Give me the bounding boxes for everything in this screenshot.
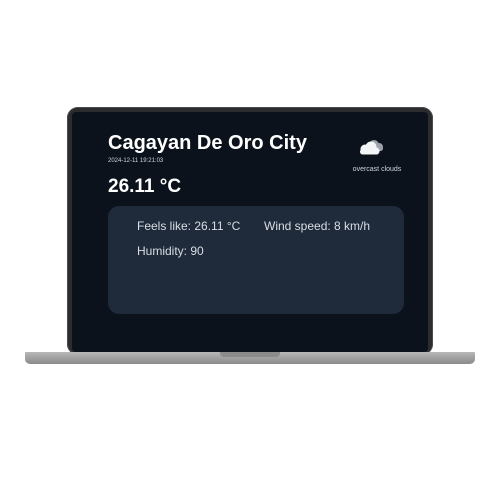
datetime: 2024-12-11 19:21:03 <box>108 158 164 164</box>
feels-like: Feels like: 26.11 °C <box>137 219 241 233</box>
temperature: 26.11 °C <box>108 176 182 197</box>
city-name: Cagayan De Oro City <box>108 132 307 154</box>
laptop-notch <box>220 352 280 357</box>
humidity: Humidity: 90 <box>137 244 204 258</box>
wind-speed: Wind speed: 8 km/h <box>264 219 371 233</box>
overcast-clouds-icon <box>360 140 383 155</box>
weather-condition: overcast clouds <box>352 166 402 173</box>
details-card: Feels like: 26.11 °C Wind speed: 8 km/h … <box>108 206 404 314</box>
app-screen: Cagayan De Oro City 2024-12-11 19:21:03 … <box>72 112 428 352</box>
